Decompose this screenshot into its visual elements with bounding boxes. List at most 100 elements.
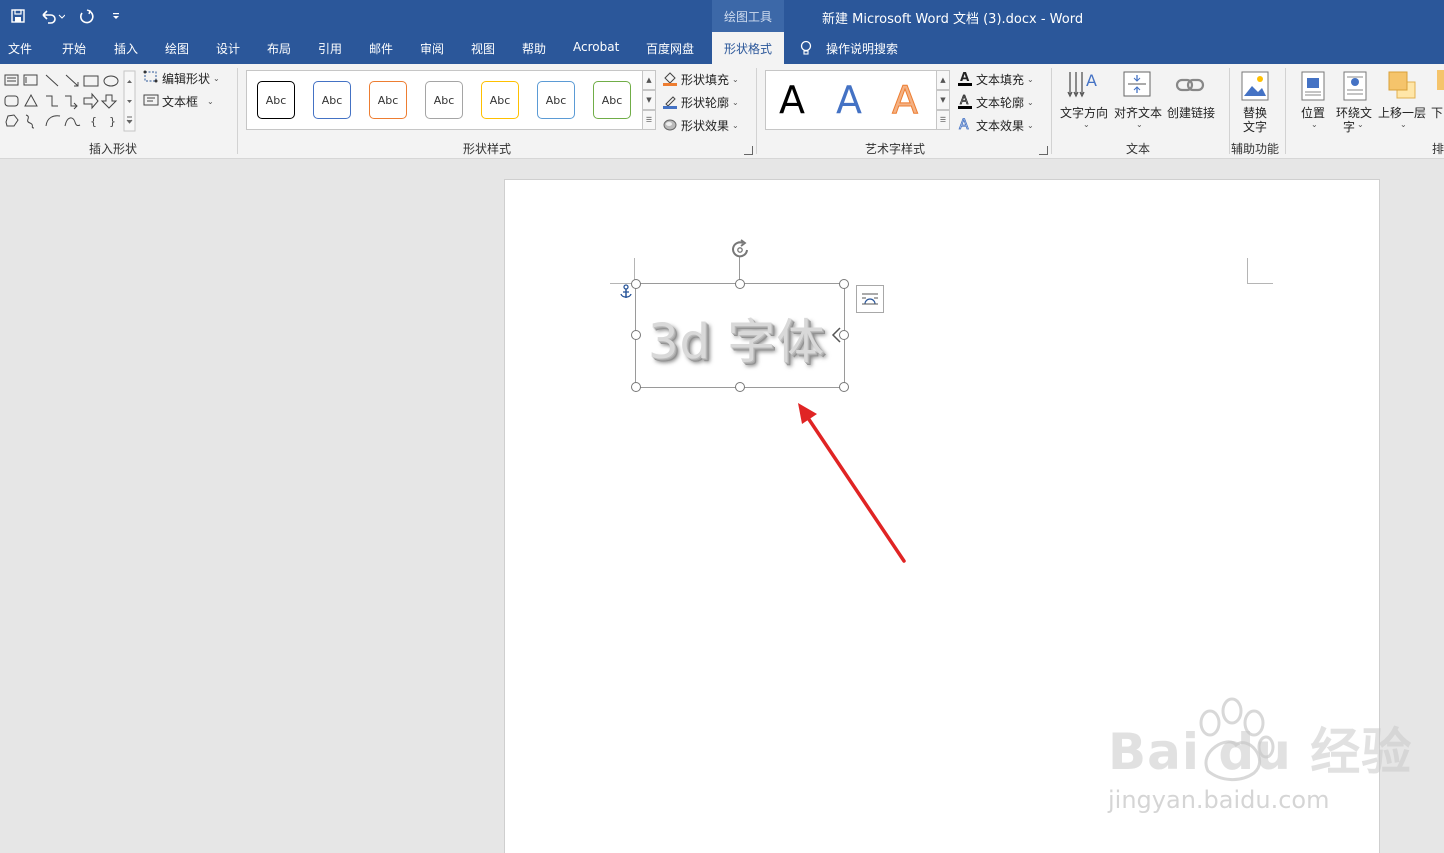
tab-acrobat[interactable]: Acrobat (573, 40, 619, 54)
chevron-down-icon: ⌄ (1357, 120, 1364, 129)
shapes-gallery[interactable]: { } (2, 70, 136, 132)
create-link-button[interactable]: 创建链接 (1167, 104, 1215, 121)
watermark-url: jingyan.baidu.com (1108, 786, 1330, 814)
tab-insert[interactable]: 插入 (114, 40, 138, 57)
alt-text-button-line2[interactable]: 文字 (1243, 118, 1267, 135)
shape-style-preset[interactable]: Abc (481, 81, 519, 119)
send-backward-button[interactable]: 下 (1431, 104, 1443, 121)
svg-text:A: A (960, 70, 970, 84)
svg-text:{: { (90, 115, 97, 128)
resize-handle[interactable] (839, 330, 849, 340)
shape-fill-button[interactable]: 形状填充 ⌄ (662, 70, 739, 89)
bring-forward-icon (1387, 70, 1417, 105)
gallery-more-icon[interactable]: ☰ (642, 110, 656, 130)
edit-shape-label: 编辑形状 (162, 72, 211, 86)
text-box-content[interactable]: 3d 字体 (648, 302, 825, 372)
shape-style-preset[interactable]: Abc (537, 81, 575, 119)
shape-style-preset[interactable]: Abc (369, 81, 407, 119)
tab-design[interactable]: 设计 (216, 40, 240, 57)
gallery-more-icon[interactable]: ☰ (936, 110, 950, 130)
text-direction-icon: A (1066, 68, 1102, 105)
resize-handle[interactable] (631, 279, 641, 289)
text-box-label: 文本框 (162, 95, 199, 109)
group-separator (1285, 68, 1286, 154)
drawing-tools-context-label: 绘图工具 (712, 0, 784, 32)
shape-style-preset[interactable]: Abc (257, 81, 295, 119)
save-icon[interactable] (8, 6, 28, 26)
group-label-accessibility: 辅助功能 (1231, 142, 1280, 156)
svg-text:A: A (960, 93, 969, 107)
chevron-down-icon: ⌄ (213, 74, 220, 83)
text-outline-button[interactable]: A 文本轮廓 ⌄ (957, 93, 1034, 112)
tab-file[interactable]: 文件 (8, 40, 32, 57)
send-backward-icon (1437, 70, 1444, 90)
text-effects-button[interactable]: A 文本效果 ⌄ (957, 116, 1034, 135)
rotate-handle-icon[interactable] (729, 238, 753, 263)
chevron-down-icon: ⌄ (207, 97, 214, 106)
position-button[interactable]: 位置 (1301, 104, 1325, 121)
resize-handle[interactable] (735, 382, 745, 392)
redo-icon[interactable] (76, 6, 96, 26)
undo-icon[interactable] (38, 6, 66, 26)
tell-me-search[interactable]: 操作说明搜索 (826, 40, 898, 57)
position-icon (1300, 70, 1326, 105)
gallery-scroll-down-icon[interactable]: ▼ (642, 90, 656, 110)
svg-text:A: A (959, 117, 969, 132)
wordart-preset-blue[interactable]: A (836, 78, 862, 122)
align-text-button[interactable]: 对齐文本 (1114, 104, 1162, 121)
customize-icon[interactable] (106, 6, 126, 26)
margin-corner-mark (1247, 258, 1273, 284)
wordart-preset-orange[interactable]: A (892, 78, 919, 123)
chevron-down-icon: ⌄ (1400, 120, 1407, 129)
svg-text:A: A (1086, 71, 1097, 90)
text-box-button[interactable]: 文本框 ⌄ (143, 93, 214, 110)
tab-draw[interactable]: 绘图 (165, 40, 189, 57)
chevron-down-icon: ⌄ (1083, 120, 1090, 129)
wordart-preset-black[interactable]: A (779, 78, 805, 122)
tab-layout[interactable]: 布局 (267, 40, 291, 57)
shape-outline-button[interactable]: 形状轮廓 ⌄ (662, 93, 739, 112)
bring-forward-button[interactable]: 上移一层 (1378, 104, 1426, 121)
lightbulb-icon (799, 40, 813, 59)
resize-handle[interactable] (839, 279, 849, 289)
shape-effects-label: 形状效果 (681, 119, 730, 133)
align-text-icon (1122, 68, 1152, 103)
tab-references[interactable]: 引用 (318, 40, 342, 57)
edit-shape-button[interactable]: 编辑形状 ⌄ (143, 70, 220, 87)
text-fill-icon: A (957, 70, 973, 89)
tab-mailings[interactable]: 邮件 (369, 40, 393, 57)
group-separator (1051, 68, 1052, 154)
wrap-text-button-line2[interactable]: 字 (1343, 118, 1355, 135)
text-fill-button[interactable]: A 文本填充 ⌄ (957, 70, 1034, 89)
gallery-scroll-down-icon[interactable]: ▼ (936, 90, 950, 110)
chevron-down-icon: ⌄ (732, 98, 739, 107)
tab-shape-format[interactable]: 形状格式 (712, 32, 784, 64)
shape-fill-label: 形状填充 (681, 73, 730, 87)
group-label-text: 文本 (1126, 142, 1151, 156)
shape-style-preset[interactable]: Abc (425, 81, 463, 119)
dialog-launcher-icon[interactable] (744, 146, 753, 155)
layout-options-button[interactable] (856, 285, 884, 313)
text-outline-label: 文本轮廓 (976, 96, 1025, 110)
text-effects-label: 文本效果 (976, 119, 1025, 133)
resize-handle[interactable] (631, 330, 641, 340)
text-outline-icon: A (957, 93, 973, 112)
dialog-launcher-icon[interactable] (1039, 146, 1048, 155)
resize-handle[interactable] (735, 279, 745, 289)
shape-style-preset[interactable]: Abc (313, 81, 351, 119)
tab-help[interactable]: 帮助 (522, 40, 546, 57)
text-direction-button[interactable]: 文字方向 (1060, 104, 1108, 121)
watermark-logo: Bai du 经验 (1108, 723, 1413, 781)
resize-handle[interactable] (631, 382, 641, 392)
shape-style-preset[interactable]: Abc (593, 81, 631, 119)
shape-effects-button[interactable]: 形状效果 ⌄ (662, 116, 739, 135)
tab-home[interactable]: 开始 (62, 40, 86, 57)
chevron-down-icon: ⌄ (1136, 120, 1143, 129)
gallery-scroll-up-icon[interactable]: ▲ (642, 70, 656, 90)
tab-baidu-netdisk[interactable]: 百度网盘 (646, 40, 694, 57)
tab-review[interactable]: 审阅 (420, 40, 444, 57)
resize-handle[interactable] (839, 382, 849, 392)
tab-view[interactable]: 视图 (471, 40, 495, 57)
paint-bucket-icon (662, 70, 678, 89)
gallery-scroll-up-icon[interactable]: ▲ (936, 70, 950, 90)
